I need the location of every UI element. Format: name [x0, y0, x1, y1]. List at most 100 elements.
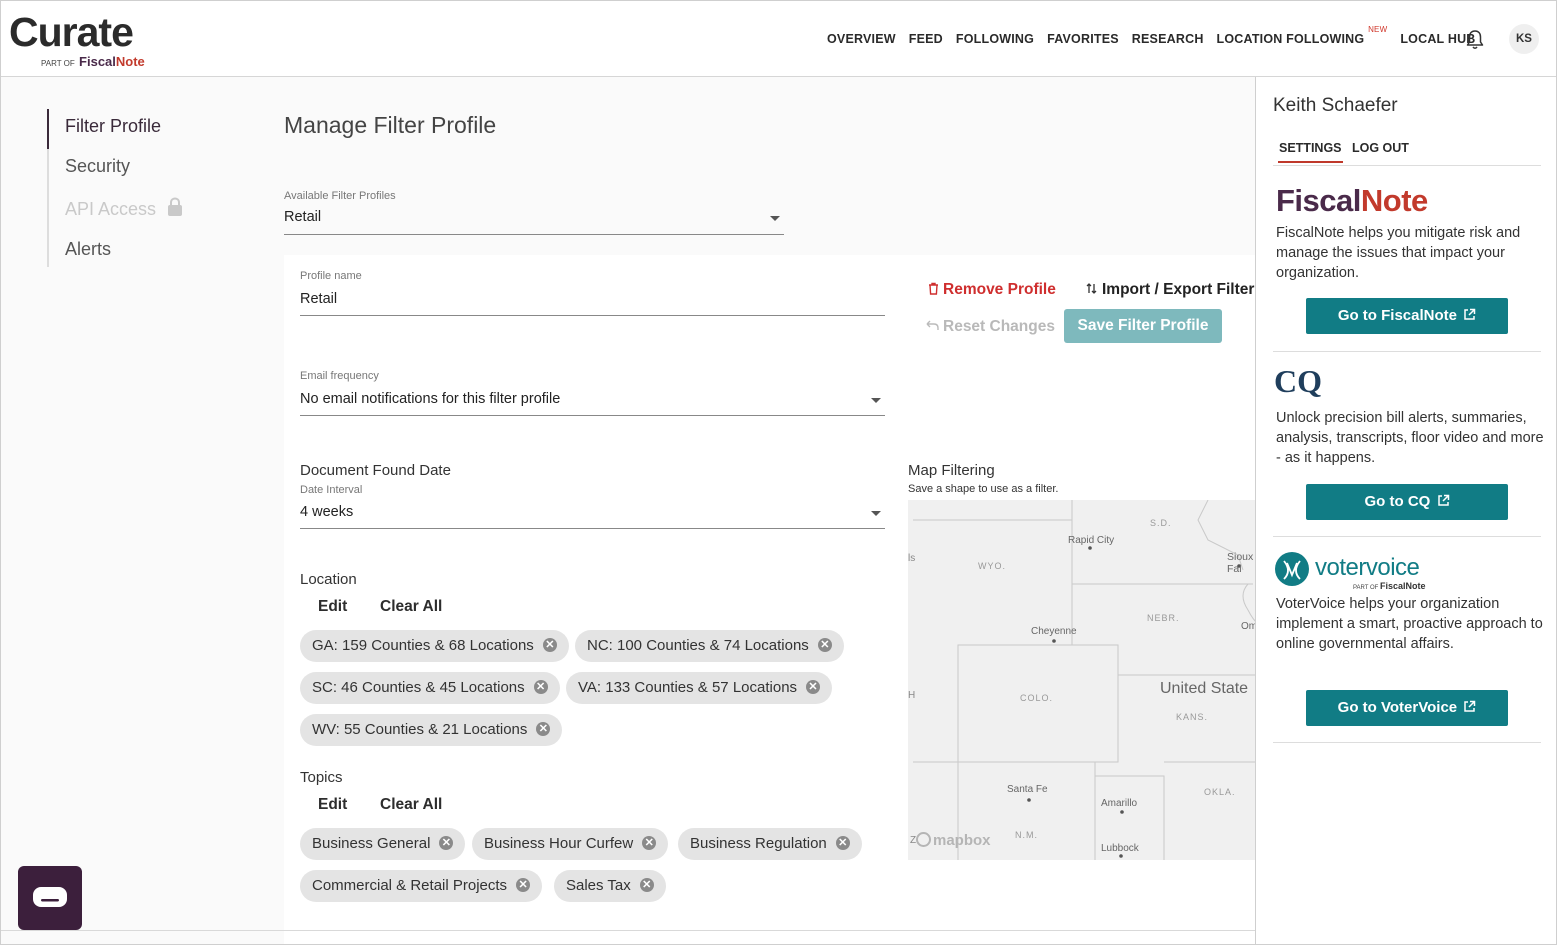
filter-profile-card: Profile name Retail Remove Profile Impor…: [284, 255, 1259, 944]
chip-label: NC: 100 Counties & 74 Locations: [587, 637, 809, 654]
cq-description: Unlock precision bill alerts, summaries,…: [1276, 410, 1544, 466]
chat-launcher-button[interactable]: [18, 866, 82, 930]
nav-following[interactable]: FOLLOWING: [956, 32, 1034, 46]
profile-name-input[interactable]: Retail: [300, 291, 885, 316]
user-name: Keith Schaefer: [1273, 95, 1398, 116]
chip-label: VA: 133 Counties & 57 Locations: [578, 679, 798, 696]
remove-chip-icon[interactable]: ✕: [533, 679, 548, 694]
remove-chip-icon[interactable]: ✕: [516, 877, 531, 892]
import-export-label: Import / Export Filter: [1102, 281, 1255, 298]
trash-icon: [929, 282, 938, 295]
go-to-fiscalnote-button[interactable]: Go to FiscalNote: [1306, 298, 1508, 334]
nav-location-following-label: LOCATION FOLLOWING: [1216, 32, 1365, 46]
nav-favorites[interactable]: FAVORITES: [1047, 32, 1119, 46]
side-item-api-access: API Access: [49, 189, 183, 232]
profile-name-field: Profile name Retail: [300, 270, 885, 316]
side-item-filter-profile[interactable]: Filter Profile: [47, 109, 183, 149]
go-to-votervoice-label: Go to VoterVoice: [1337, 699, 1458, 716]
available-profiles-select[interactable]: Retail: [284, 209, 784, 235]
map-label: NEBR.: [1147, 613, 1180, 623]
location-edit-button[interactable]: Edit: [318, 598, 347, 616]
votervoice-description: VoterVoice helps your organization imple…: [1276, 596, 1543, 652]
remove-chip-icon[interactable]: ✕: [642, 835, 657, 850]
remove-profile-button[interactable]: Remove Profile: [928, 281, 1056, 299]
footer-divider: [1, 930, 1255, 931]
map-label: S.D.: [1150, 518, 1172, 528]
location-chip: GA: 159 Counties & 68 Locations ✕: [300, 630, 569, 662]
app-window: Curate PART OF FiscalNote OVERVIEW FEED …: [0, 0, 1557, 945]
go-to-cq-button[interactable]: Go to CQ: [1306, 484, 1508, 520]
map-canvas[interactable]: S.D. Rapid City Sioux Fal WYO. NEBR. Che…: [908, 500, 1259, 860]
map-label: Santa Fe: [1007, 784, 1048, 795]
user-avatar[interactable]: KS: [1509, 24, 1539, 54]
email-frequency-select[interactable]: No email notifications for this filter p…: [300, 391, 885, 416]
map-label: Cheyenne: [1031, 626, 1077, 637]
nav-research[interactable]: RESEARCH: [1132, 32, 1204, 46]
side-item-security[interactable]: Security: [49, 149, 183, 189]
remove-profile-label: Remove Profile: [943, 281, 1056, 298]
votervoice-emblem-icon: [1275, 552, 1309, 586]
date-interval-value: 4 weeks: [300, 504, 354, 520]
nav-feed[interactable]: FEED: [909, 32, 943, 46]
map-filtering-title: Map Filtering: [908, 462, 995, 479]
map-label: Rapid City: [1068, 535, 1115, 546]
map-filtering-subtitle: Save a shape to use as a filter.: [908, 483, 1059, 495]
save-filter-profile-button[interactable]: Save Filter Profile: [1064, 309, 1222, 343]
available-profiles-value: Retail: [284, 209, 322, 225]
remove-chip-icon[interactable]: ✕: [806, 679, 821, 694]
chip-label: Business Hour Curfew: [484, 835, 634, 852]
remove-chip-icon[interactable]: ✕: [536, 721, 551, 736]
remove-chip-icon[interactable]: ✕: [817, 637, 832, 652]
votervoice-wordmark: votervoice: [1315, 554, 1420, 581]
topic-chip: Sales Tax ✕: [554, 870, 666, 902]
top-header: Curate PART OF FiscalNote OVERVIEW FEED …: [1, 1, 1556, 77]
import-export-button[interactable]: Import / Export Filter: [1086, 281, 1254, 299]
panel-divider: [1273, 536, 1541, 537]
location-chip: WV: 55 Counties & 21 Locations ✕: [300, 714, 563, 746]
location-clear-all-button[interactable]: Clear All: [380, 598, 442, 616]
document-found-date-title: Document Found Date: [300, 462, 451, 479]
tab-log-out[interactable]: LOG OUT: [1352, 141, 1409, 155]
topics-edit-button[interactable]: Edit: [318, 796, 347, 814]
remove-chip-icon[interactable]: ✕: [439, 835, 454, 850]
topic-chip: Commercial & Retail Projects ✕: [300, 870, 543, 902]
go-to-votervoice-button[interactable]: Go to VoterVoice: [1306, 690, 1508, 726]
chip-label: Business Regulation: [690, 835, 827, 852]
mapbox-label: mapbox: [933, 832, 991, 849]
remove-chip-icon[interactable]: ✕: [835, 835, 850, 850]
swap-vertical-icon: [1086, 282, 1097, 294]
mapbox-attribution[interactable]: mapbox: [916, 832, 991, 849]
chat-icon: [33, 887, 67, 907]
panel-divider: [1273, 351, 1541, 352]
date-interval-label: Date Interval: [300, 484, 363, 496]
bell-icon[interactable]: [1465, 29, 1485, 51]
fiscalnote-logo: FiscalNote: [1276, 183, 1428, 218]
topics-clear-all-button[interactable]: Clear All: [380, 796, 442, 814]
profile-name-label: Profile name: [300, 270, 362, 282]
lock-icon: [168, 197, 183, 217]
location-chip: SC: 46 Counties & 45 Locations ✕: [300, 672, 560, 704]
undo-icon: [926, 320, 939, 331]
topic-chip: Business Regulation ✕: [678, 828, 862, 860]
chip-label: Commercial & Retail Projects: [312, 877, 508, 894]
location-chip: VA: 133 Counties & 57 Locations ✕: [566, 672, 833, 704]
map-label: WYO.: [978, 561, 1006, 571]
main-nav: OVERVIEW FEED FOLLOWING FAVORITES RESEAR…: [827, 25, 1489, 46]
map-label: ls: [908, 553, 916, 564]
nav-location-following[interactable]: LOCATION FOLLOWING NEW: [1216, 25, 1388, 46]
chip-label: SC: 46 Counties & 45 Locations: [312, 679, 525, 696]
side-item-alerts[interactable]: Alerts: [49, 232, 183, 272]
reset-changes-button[interactable]: Reset Changes: [925, 318, 1055, 336]
settings-side-menu: Filter Profile Security API Access Alert…: [47, 109, 183, 267]
map-label: United State: [1160, 680, 1249, 697]
location-title: Location: [300, 571, 357, 588]
nav-overview[interactable]: OVERVIEW: [827, 32, 896, 46]
date-interval-select[interactable]: 4 weeks: [300, 504, 885, 529]
votervoice-part-of: PART OF FiscalNote: [1353, 581, 1426, 591]
chip-label: Sales Tax: [566, 877, 631, 894]
remove-chip-icon[interactable]: ✕: [542, 637, 557, 652]
account-panel: Keith Schaefer SETTINGS LOG OUT FiscalNo…: [1255, 77, 1556, 944]
curate-logo[interactable]: Curate PART OF FiscalNote: [9, 10, 145, 69]
tab-settings[interactable]: SETTINGS: [1278, 141, 1343, 163]
remove-chip-icon[interactable]: ✕: [639, 877, 654, 892]
